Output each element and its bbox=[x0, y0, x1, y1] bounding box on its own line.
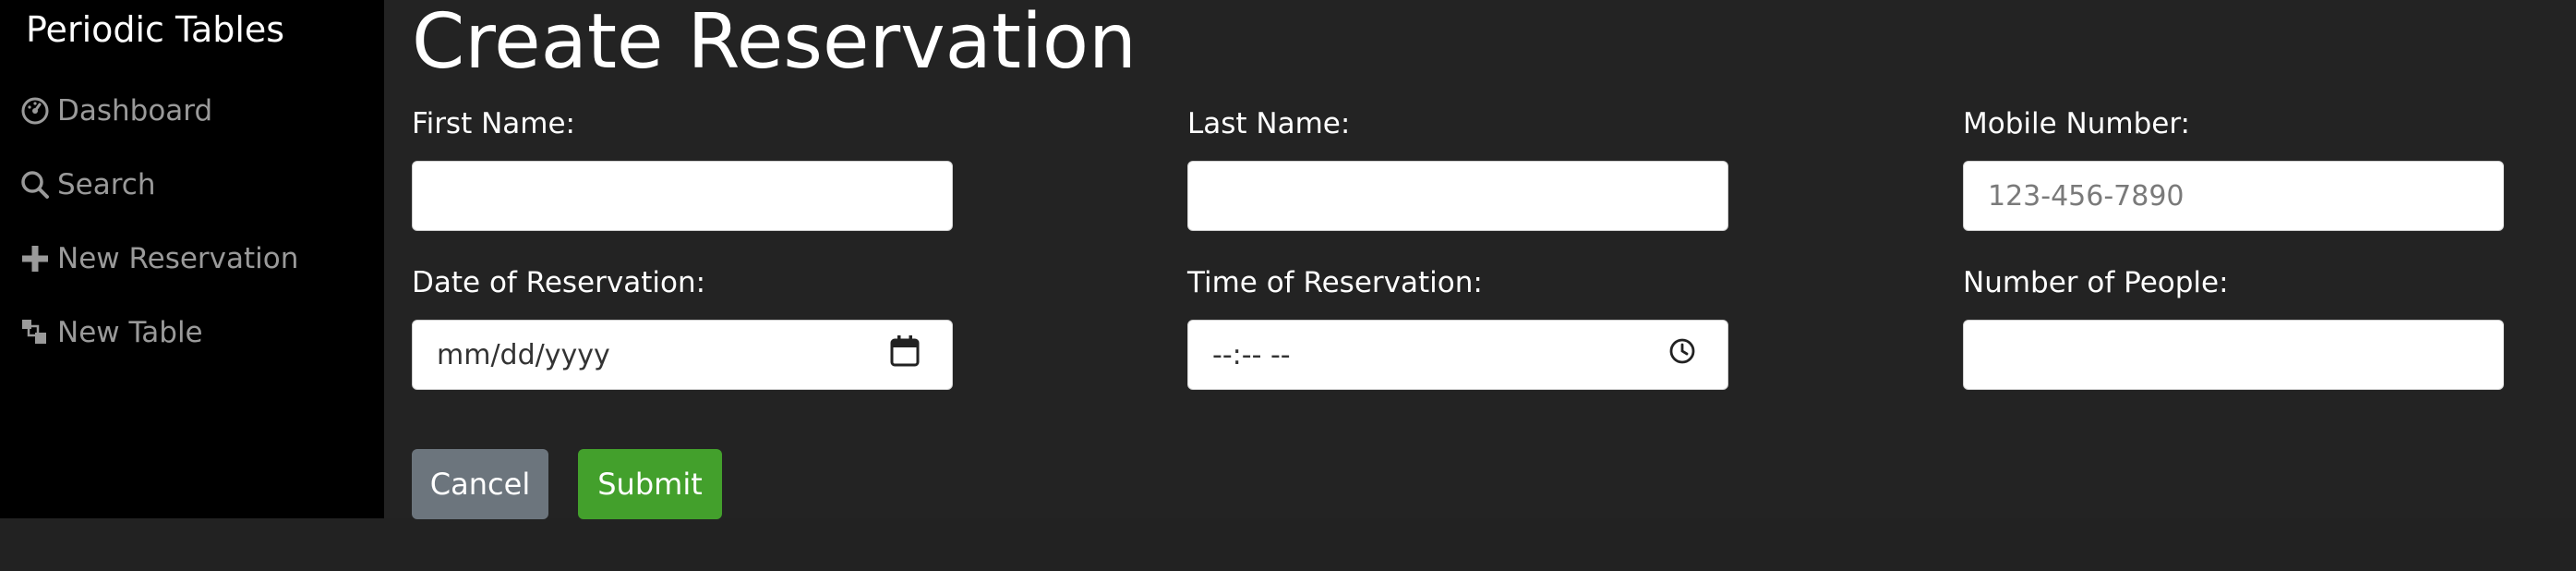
reservation-date-label: Date of Reservation: bbox=[412, 266, 706, 299]
main-content: Create Reservation First Name: Last Name… bbox=[384, 0, 2576, 519]
brand-title[interactable]: Periodic Tables bbox=[26, 9, 284, 50]
page-title: Create Reservation bbox=[412, 0, 1138, 86]
last-name-field[interactable] bbox=[1187, 161, 1728, 231]
mobile-number-placeholder: 123-456-7890 bbox=[1988, 179, 2185, 213]
dashboard-icon bbox=[18, 94, 52, 128]
plus-icon bbox=[18, 242, 52, 275]
sidebar-item-label: Search bbox=[57, 168, 156, 201]
calendar-icon[interactable] bbox=[889, 334, 921, 375]
sidebar-item-label: Dashboard bbox=[57, 94, 213, 128]
reservation-time-label: Time of Reservation: bbox=[1187, 266, 1483, 299]
sidebar-item-label: New Table bbox=[57, 316, 203, 349]
clock-icon[interactable] bbox=[1668, 337, 1696, 372]
sidebar-item-search[interactable]: Search bbox=[18, 163, 156, 207]
sidebar-item-label: New Reservation bbox=[57, 242, 299, 275]
time-placeholder: --:-- -- bbox=[1212, 338, 1291, 371]
mobile-number-label: Mobile Number: bbox=[1963, 107, 2190, 140]
cancel-button[interactable]: Cancel bbox=[412, 449, 548, 519]
people-label: Number of People: bbox=[1963, 266, 2229, 299]
first-name-field[interactable] bbox=[412, 161, 953, 231]
first-name-label: First Name: bbox=[412, 107, 575, 140]
last-name-label: Last Name: bbox=[1187, 107, 1351, 140]
people-field[interactable] bbox=[1963, 320, 2504, 390]
sidebar-item-dashboard[interactable]: Dashboard bbox=[18, 89, 212, 133]
mobile-number-field[interactable]: 123-456-7890 bbox=[1963, 161, 2504, 231]
layers-icon bbox=[18, 316, 52, 349]
sidebar: Periodic Tables Dashboard Search New Res… bbox=[0, 0, 384, 518]
date-placeholder: mm/dd/yyyy bbox=[437, 338, 610, 371]
search-icon bbox=[18, 168, 52, 201]
reservation-time-field[interactable]: --:-- -- bbox=[1187, 320, 1728, 390]
reservation-date-field[interactable]: mm/dd/yyyy bbox=[412, 320, 953, 390]
sidebar-item-new-reservation[interactable]: New Reservation bbox=[18, 237, 298, 281]
submit-button[interactable]: Submit bbox=[578, 449, 722, 519]
page-background bbox=[0, 518, 2576, 571]
sidebar-item-new-table[interactable]: New Table bbox=[18, 310, 203, 355]
